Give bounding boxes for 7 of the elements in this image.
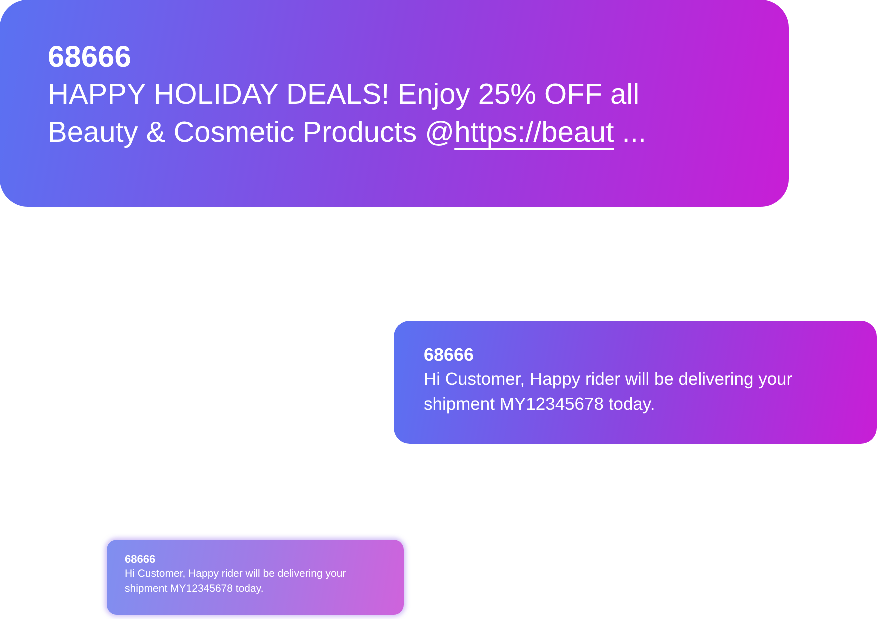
- message-text: HAPPY HOLIDAY DEALS! Enjoy 25% OFF all Beauty & Cosmetic Products @https://beaut ...: [48, 78, 648, 151]
- message-link[interactable]: https://beaut: [454, 117, 614, 149]
- sender-number: 68666: [424, 345, 476, 367]
- message-text: Hi Customer, Happy rider will be delivering your shipment MY12345678 today.: [125, 567, 348, 598]
- sender-number: 68666: [48, 40, 132, 76]
- message-text: Hi Customer, Happy rider will be delivering your shipment MY12345678 today.: [424, 368, 794, 416]
- sender-number: 68666: [125, 554, 157, 568]
